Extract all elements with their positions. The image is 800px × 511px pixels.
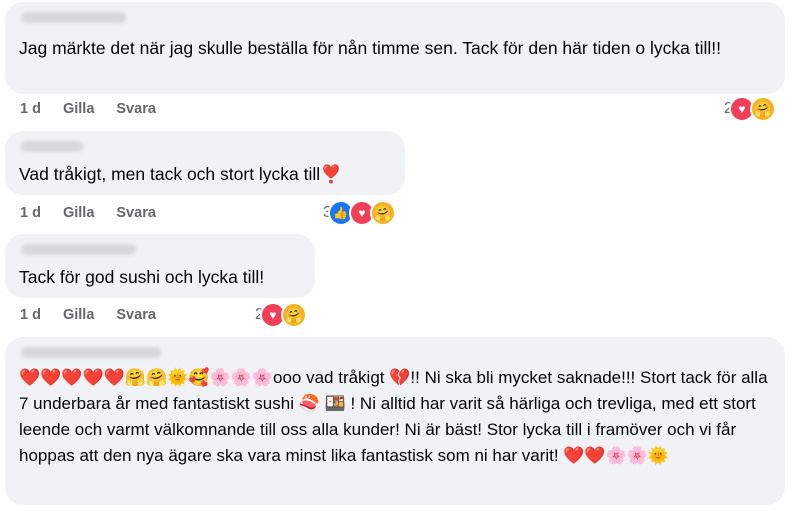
comment-bubble: ❤️❤️❤️❤️❤️🤗🤗🌞🥰🌸🌸🌸ooo vad tråkigt 💔!! Ni … bbox=[5, 337, 785, 505]
author-name-blurred[interactable] bbox=[21, 12, 126, 23]
author-name-blurred[interactable] bbox=[21, 347, 161, 358]
comment-text: Tack för god sushi och lycka till! bbox=[19, 267, 265, 287]
author-name-blurred[interactable] bbox=[21, 244, 136, 255]
comment-text: Vad tråkigt, men tack och stort lycka ti… bbox=[19, 164, 342, 184]
comment-actions: 1 d Gilla Svara bbox=[20, 101, 156, 117]
reply-button[interactable]: Svara bbox=[116, 101, 156, 117]
reply-button[interactable]: Svara bbox=[116, 307, 156, 323]
like-button[interactable]: Gilla bbox=[63, 205, 94, 221]
reply-button[interactable]: Svara bbox=[116, 205, 156, 221]
like-button[interactable]: Gilla bbox=[63, 101, 94, 117]
comment-actions: 1 d Gilla Svara bbox=[20, 307, 156, 323]
comment-time[interactable]: 1 d bbox=[20, 101, 41, 117]
like-button[interactable]: Gilla bbox=[63, 307, 94, 323]
comment-bubble: Tack för god sushi och lycka till! bbox=[5, 234, 315, 298]
reaction-summary[interactable]: 2 ♥ 🤗 bbox=[724, 96, 776, 122]
author-name-blurred[interactable] bbox=[21, 141, 83, 152]
comment-text: Jag märkte det när jag skulle beställa f… bbox=[19, 38, 721, 58]
comment-text: ❤️❤️❤️❤️❤️🤗🤗🌞🥰🌸🌸🌸ooo vad tråkigt 💔!! Ni … bbox=[19, 368, 768, 465]
comment-time[interactable]: 1 d bbox=[20, 307, 41, 323]
comment-bubble: Vad tråkigt, men tack och stort lycka ti… bbox=[5, 131, 405, 195]
reaction-summary[interactable]: 2 ♥ 🤗 bbox=[255, 302, 307, 328]
care-icon: 🤗 bbox=[749, 96, 776, 122]
reaction-summary[interactable]: 3 👍 ♥ 🤗 bbox=[323, 200, 396, 226]
care-icon: 🤗 bbox=[280, 302, 307, 328]
comment-bubble: Jag märkte det när jag skulle beställa f… bbox=[5, 2, 785, 94]
comment-time[interactable]: 1 d bbox=[20, 205, 41, 221]
comment-actions: 1 d Gilla Svara bbox=[20, 205, 156, 221]
care-icon: 🤗 bbox=[369, 200, 396, 226]
